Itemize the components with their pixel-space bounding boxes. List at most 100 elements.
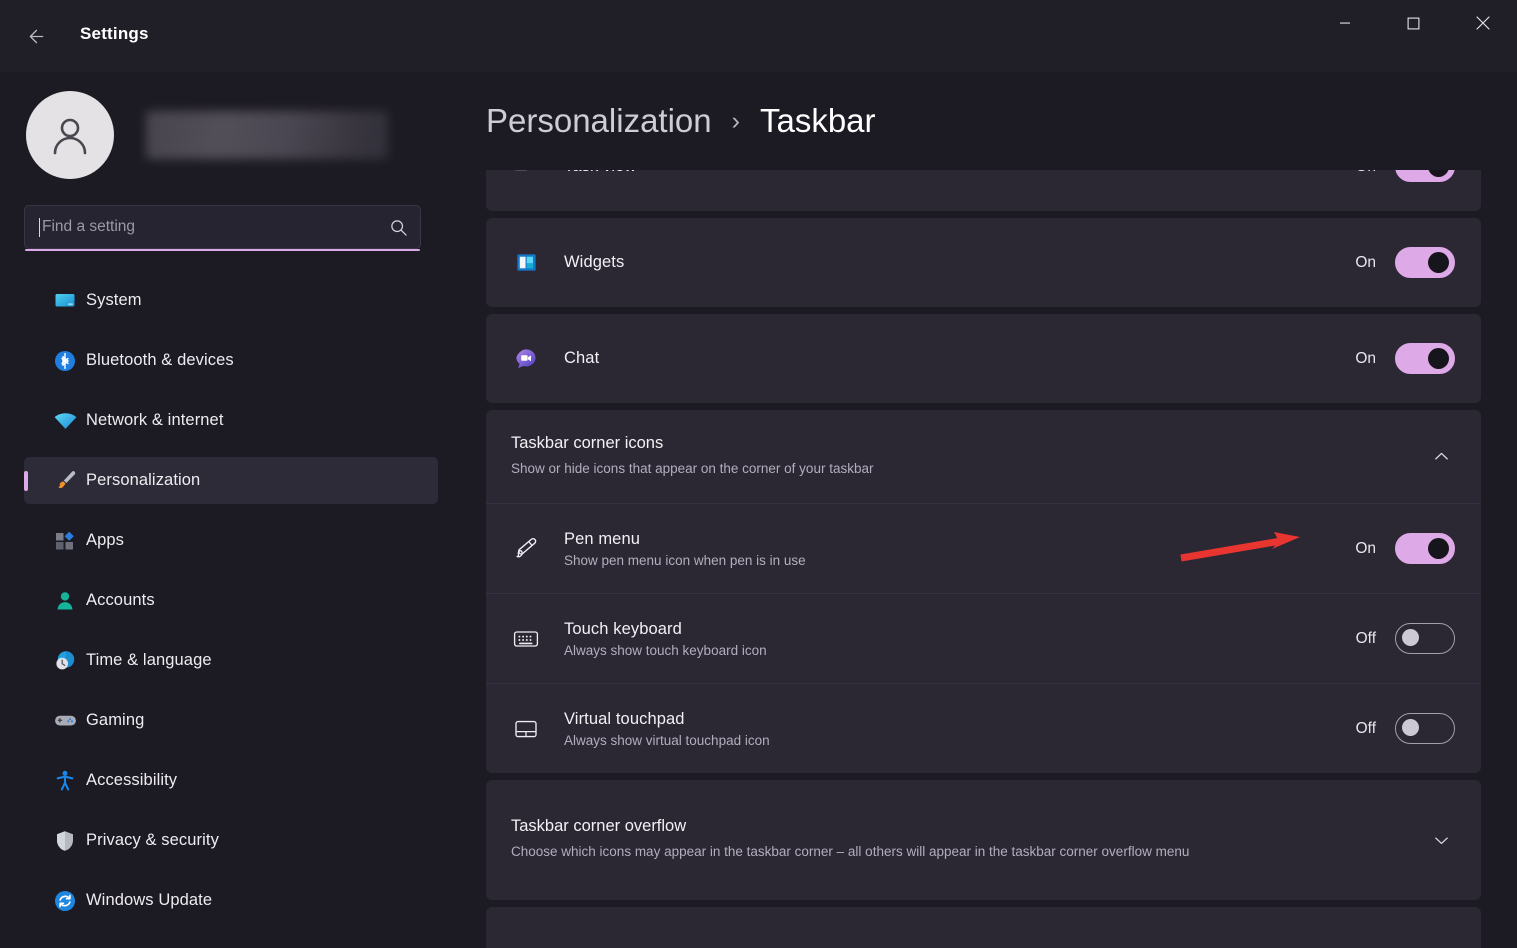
toggle-state-label: On (1355, 170, 1376, 176)
breadcrumb-separator: › (732, 107, 740, 136)
row-subtitle: Show pen menu icon when pen is in use (564, 553, 1355, 568)
accounts-person-icon (52, 588, 78, 614)
sidebar-item-label: System (86, 291, 142, 310)
row-title: Pen menu (564, 530, 1355, 549)
row-text: Touch keyboard Always show touch keyboar… (564, 620, 1356, 658)
account-block[interactable] (26, 87, 438, 183)
sidebar-item-time-language[interactable]: Time & language (24, 637, 438, 684)
sidebar-item-gaming[interactable]: Gaming (24, 697, 438, 744)
section-header-taskbar-behaviors: Taskbar behaviors (486, 907, 1481, 948)
accessibility-person-icon (52, 768, 78, 794)
table-row[interactable]: Touch keyboard Always show touch keyboar… (486, 594, 1481, 683)
toggle-state-label: Off (1356, 720, 1376, 738)
person-avatar-icon (46, 111, 94, 159)
main-content: Personalization › Taskbar Task view (460, 72, 1517, 948)
setting-card-task-view: Task view On (486, 170, 1481, 211)
toggle-switch[interactable] (1395, 170, 1455, 182)
account-name-redacted (146, 111, 388, 159)
back-button[interactable] (16, 16, 56, 56)
breadcrumb: Personalization › Taskbar (486, 72, 1481, 170)
touch-keyboard-icon (510, 623, 542, 655)
sidebar-item-label: Gaming (86, 711, 144, 730)
close-icon (1476, 16, 1490, 30)
sidebar-item-system[interactable]: System (24, 277, 438, 324)
toggle-knob (1428, 170, 1449, 177)
row-title: Chat (564, 349, 1355, 368)
setting-card-pen-menu: Pen menu Show pen menu icon when pen is … (486, 504, 1481, 593)
row-title: Touch keyboard (564, 620, 1356, 639)
sidebar-item-label: Apps (86, 531, 124, 550)
sidebar-item-accounts[interactable]: Accounts (24, 577, 438, 624)
table-row[interactable]: Virtual touchpad Always show virtual tou… (486, 684, 1481, 773)
setting-card-touch-keyboard: Touch keyboard Always show touch keyboar… (486, 594, 1481, 683)
search-box[interactable] (24, 205, 421, 249)
task-view-icon (510, 170, 542, 183)
window-controls (1310, 0, 1517, 46)
toggle-knob (1428, 252, 1449, 273)
expander-toggle[interactable]: Taskbar corner icons Show or hide icons … (486, 410, 1481, 503)
sidebar-item-apps[interactable]: Apps (24, 517, 438, 564)
sidebar-item-personalization[interactable]: Personalization (24, 457, 438, 504)
expander-toggle[interactable]: Taskbar corner overflow Choose which ico… (486, 780, 1481, 900)
chat-icon (510, 343, 542, 375)
toggle-knob (1428, 348, 1449, 369)
close-button[interactable] (1448, 0, 1517, 46)
section-text: Taskbar corner overflow Choose which ico… (511, 817, 1427, 862)
search-icon[interactable] (389, 218, 408, 237)
row-subtitle: Always show virtual touchpad icon (564, 733, 1356, 748)
toggle-switch[interactable] (1395, 533, 1455, 564)
row-text: Pen menu Show pen menu icon when pen is … (564, 530, 1355, 568)
section-text: Taskbar corner icons Show or hide icons … (511, 434, 1427, 479)
sidebar-item-accessibility[interactable]: Accessibility (24, 757, 438, 804)
table-row[interactable]: Pen menu Show pen menu icon when pen is … (486, 504, 1481, 593)
toggle-switch[interactable] (1395, 623, 1455, 654)
chevron-down-icon[interactable] (1427, 945, 1455, 948)
minimize-icon (1339, 17, 1351, 29)
minimize-button[interactable] (1310, 0, 1379, 46)
section-header-taskbar-corner-icons: Taskbar corner icons Show or hide icons … (486, 410, 1481, 503)
breadcrumb-parent-link[interactable]: Personalization (486, 102, 712, 140)
maximize-button[interactable] (1379, 0, 1448, 46)
toggle-switch[interactable] (1395, 343, 1455, 374)
sidebar-item-label: Time & language (86, 651, 212, 670)
row-title: Task view (564, 170, 1355, 176)
sidebar-item-bluetooth-devices[interactable]: Bluetooth & devices (24, 337, 438, 384)
widgets-icon (510, 247, 542, 279)
toggle-state-label: On (1355, 350, 1376, 368)
row-text: Widgets (564, 253, 1355, 272)
sidebar-item-label: Accounts (86, 591, 155, 610)
section-title: Taskbar corner overflow (511, 817, 1387, 836)
sidebar-item-label: Bluetooth & devices (86, 351, 234, 370)
toggle-switch[interactable] (1395, 247, 1455, 278)
sidebar-item-privacy-security[interactable]: Privacy & security (24, 817, 438, 864)
row-text: Task view (564, 170, 1355, 176)
shield-icon (52, 828, 78, 854)
sidebar-item-windows-update[interactable]: Windows Update (24, 877, 438, 924)
chevron-down-icon[interactable] (1427, 826, 1455, 854)
text-caret (39, 218, 40, 237)
sidebar-item-label: Network & internet (86, 411, 224, 430)
expander-toggle[interactable]: Taskbar behaviors (486, 907, 1481, 948)
section-subtitle: Choose which icons may appear in the tas… (511, 842, 1387, 862)
table-row[interactable]: Task view On (486, 170, 1481, 211)
chevron-up-icon[interactable] (1427, 443, 1455, 471)
toggle-knob (1402, 629, 1419, 646)
search-container (24, 205, 438, 251)
section-subtitle: Show or hide icons that appear on the co… (511, 459, 1387, 479)
sidebar-item-label: Accessibility (86, 771, 177, 790)
settings-scroll-area[interactable]: Task view On (486, 170, 1481, 948)
system-monitor-icon (52, 288, 78, 314)
section-header-taskbar-corner-overflow: Taskbar corner overflow Choose which ico… (486, 780, 1481, 900)
row-text: Virtual touchpad Always show virtual tou… (564, 710, 1356, 748)
toggle-switch[interactable] (1395, 713, 1455, 744)
sidebar-item-label: Privacy & security (86, 831, 219, 850)
virtual-touchpad-icon (510, 713, 542, 745)
app-title: Settings (80, 24, 149, 44)
search-input[interactable] (42, 218, 389, 236)
table-row[interactable]: Chat On (486, 314, 1481, 403)
back-arrow-icon (26, 26, 47, 47)
sidebar-item-network-internet[interactable]: Network & internet (24, 397, 438, 444)
table-row[interactable]: Widgets On (486, 218, 1481, 307)
page-title: Taskbar (760, 102, 876, 140)
sidebar-nav: System Bluetooth & devices (24, 277, 438, 924)
